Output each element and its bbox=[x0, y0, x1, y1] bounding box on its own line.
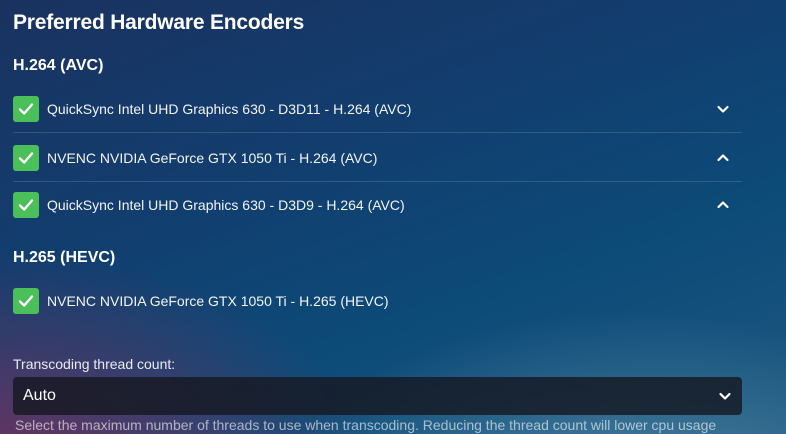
encoder-row[interactable]: QuickSync Intel UHD Graphics 630 - D3D11… bbox=[13, 86, 742, 133]
checkbox-checked[interactable] bbox=[13, 288, 39, 314]
chevron-up-icon[interactable] bbox=[716, 151, 730, 165]
thread-count-description: Select the maximum number of threads to … bbox=[15, 417, 717, 433]
encoder-label: QuickSync Intel UHD Graphics 630 - D3D9 … bbox=[47, 197, 405, 213]
chevron-up-icon[interactable] bbox=[716, 198, 730, 212]
section-title-h264: H.264 (AVC) bbox=[13, 57, 104, 74]
encoder-row[interactable]: NVENC NVIDIA GeForce GTX 1050 Ti - H.265… bbox=[13, 278, 742, 324]
checkmark-icon bbox=[18, 103, 34, 115]
chevron-down-icon bbox=[718, 389, 732, 403]
chevron-down-icon[interactable] bbox=[716, 102, 730, 116]
checkmark-icon bbox=[18, 295, 34, 307]
page-title: Preferred Hardware Encoders bbox=[13, 11, 305, 34]
checkbox-checked[interactable] bbox=[13, 192, 39, 218]
thread-count-value: Auto bbox=[23, 387, 56, 404]
encoder-row[interactable]: QuickSync Intel UHD Graphics 630 - D3D9 … bbox=[13, 182, 742, 228]
encoder-label: NVENC NVIDIA GeForce GTX 1050 Ti - H.265… bbox=[47, 293, 389, 309]
checkbox-checked[interactable] bbox=[13, 145, 39, 171]
section-title-h265: H.265 (HEVC) bbox=[13, 249, 116, 266]
encoder-label: NVENC NVIDIA GeForce GTX 1050 Ti - H.264… bbox=[47, 150, 378, 166]
checkmark-icon bbox=[18, 199, 34, 211]
checkbox-checked[interactable] bbox=[13, 96, 39, 122]
thread-count-label: Transcoding thread count: bbox=[13, 356, 176, 372]
checkmark-icon bbox=[18, 152, 34, 164]
encoder-row[interactable]: NVENC NVIDIA GeForce GTX 1050 Ti - H.264… bbox=[13, 135, 742, 182]
thread-count-select[interactable]: Auto bbox=[13, 377, 742, 415]
encoder-label: QuickSync Intel UHD Graphics 630 - D3D11… bbox=[47, 101, 412, 117]
